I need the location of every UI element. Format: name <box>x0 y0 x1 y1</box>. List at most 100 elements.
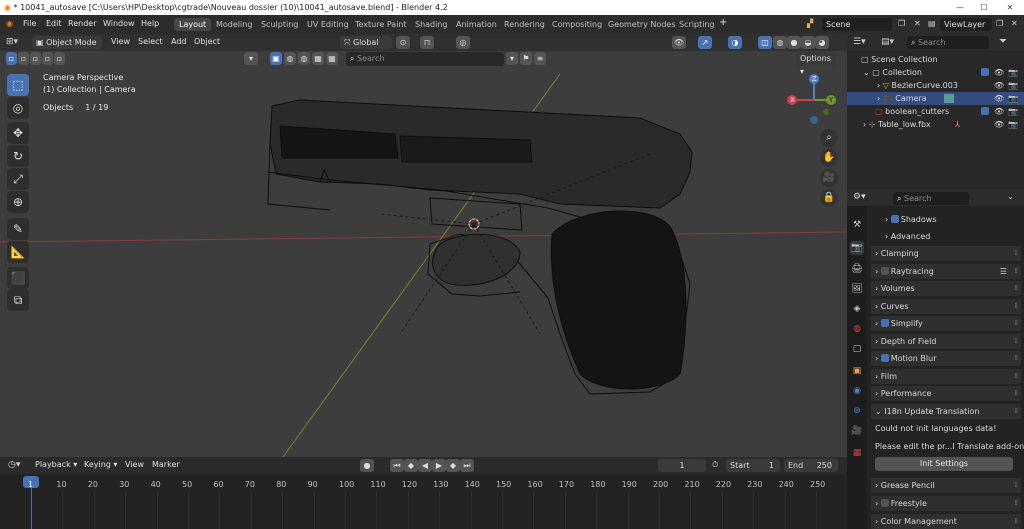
drag-grip-icon[interactable]: ⁞⁞ <box>1015 369 1019 384</box>
scene-tab-icon[interactable]: ◈ <box>850 302 864 316</box>
transform-orientation[interactable]: ⤧ Global <box>340 36 392 49</box>
render-tab-icon[interactable]: 📷 <box>850 241 864 255</box>
timeline[interactable]: ◷▾ Playback ▾ Keying ▾ View Marker ● ⏮ ◆… <box>0 457 847 529</box>
menu-playback[interactable]: Playback ▾ <box>35 460 77 469</box>
properties-editor-icon[interactable]: ⚙▾ <box>853 192 866 202</box>
filter-camera-icon[interactable]: ▦ <box>326 52 338 65</box>
view-layer-tab-icon[interactable]: 🖼 <box>850 282 864 296</box>
select-subtract-icon[interactable]: ▫ <box>30 52 41 65</box>
copy-view-layer-icon[interactable]: ❐ <box>996 19 1003 28</box>
timeline-editor-icon[interactable]: ◷▾ <box>8 460 20 470</box>
pin-icon[interactable]: ⌄ <box>1007 192 1014 201</box>
tab-animation[interactable]: Animation <box>451 18 502 31</box>
world-tab-icon[interactable]: ◍ <box>850 322 864 336</box>
expand-icon[interactable]: ▾ <box>244 52 258 65</box>
filter-object-icon[interactable]: ◍ <box>284 52 296 65</box>
jump-start-icon[interactable]: ⏮ <box>390 459 404 472</box>
add-object-tool[interactable]: ⧉ <box>7 289 29 311</box>
record-icon[interactable]: ● <box>360 459 374 472</box>
panel-clamping[interactable]: › Clamping ⁞⁞ <box>871 246 1021 261</box>
output-tab-icon[interactable]: 🖨 <box>850 262 864 276</box>
cursor-tool[interactable]: ◎ <box>7 97 29 119</box>
panel-advanced[interactable]: › Advanced <box>871 229 1021 244</box>
play-reverse-icon[interactable]: ◀ <box>418 459 432 472</box>
select-new-icon[interactable]: ▫ <box>6 52 17 65</box>
stopwatch-icon[interactable]: ⏱ <box>712 460 718 470</box>
drag-grip-icon[interactable]: ⁞⁞ <box>1015 478 1019 493</box>
tool-tab-icon[interactable]: ⚒ <box>850 218 864 232</box>
filter-curve-icon[interactable]: ◍ <box>298 52 310 65</box>
outliner-row-table-low[interactable]: › ⊹ Table_low.fbx ⅄ 👁 📷 <box>847 118 1024 131</box>
outliner[interactable]: ☰▾ ▤▾ ⌕ Search ⏷ ▢ Scene Collection ⌄ ▢ … <box>847 34 1024 189</box>
minimize-icon[interactable]: — <box>948 0 972 15</box>
tab-compositing[interactable]: Compositing <box>547 18 607 31</box>
drag-grip-icon[interactable]: ⁞⁞ <box>1015 386 1019 401</box>
outliner-row-scene-collection[interactable]: ▢ Scene Collection <box>847 53 1024 66</box>
motion-blur-checkbox[interactable] <box>880 354 889 362</box>
jump-keyframe-forward-icon[interactable]: ◆ <box>446 459 460 472</box>
physics-tab-icon[interactable]: ◉ <box>850 384 864 398</box>
outliner-row-boolean-cutters[interactable]: ▢ boolean_cutters 👁 📷 <box>847 105 1024 118</box>
add-workspace-icon[interactable]: + <box>719 17 727 28</box>
panel-color-management[interactable]: › Color Management ⁞⁞ <box>871 514 1021 529</box>
collection-checkbox[interactable] <box>981 68 989 76</box>
tab-shading[interactable]: Shading <box>410 18 453 31</box>
expand-icon[interactable]: › <box>877 81 880 90</box>
rendered-shading-icon[interactable]: ◕ <box>815 36 829 49</box>
outliner-row-camera[interactable]: › 🎥 Camera 👁 📷 <box>847 92 1024 105</box>
copy-scene-icon[interactable]: ❐ <box>898 19 905 28</box>
collection-tab-icon[interactable]: ▢ <box>850 342 864 356</box>
panel-performance[interactable]: › Performance ⁞⁞ <box>871 386 1021 401</box>
select-invert-icon[interactable]: ▫ <box>42 52 53 65</box>
menu-window[interactable]: Window <box>103 19 135 28</box>
drag-grip-icon[interactable]: ⁞⁞ <box>1015 404 1019 419</box>
properties-search[interactable]: ⌕ Search <box>893 192 969 205</box>
transform-tool[interactable]: ⊕ <box>7 191 29 213</box>
panel-volumes[interactable]: › Volumes ⁞⁞ <box>871 281 1021 296</box>
tab-scripting[interactable]: Scripting <box>674 18 720 31</box>
menu-view[interactable]: View <box>111 37 130 46</box>
menu-add[interactable]: Add <box>171 37 187 46</box>
panel-simplify[interactable]: › Simplify ⁞⁞ <box>871 316 1021 331</box>
visibility-eye-icon[interactable]: 👁 <box>994 118 1004 131</box>
expand-icon[interactable]: › <box>877 94 880 103</box>
remove-view-layer-icon[interactable]: ✕ <box>1011 19 1018 28</box>
menu-edit[interactable]: Edit <box>46 19 62 28</box>
object-tab-icon[interactable]: ▣ <box>850 364 864 378</box>
camera-view-icon[interactable]: 🎥 <box>820 169 838 187</box>
expand-icon[interactable]: › <box>863 120 866 129</box>
freestyle-checkbox[interactable] <box>880 499 889 507</box>
tab-layout[interactable]: Layout <box>174 18 212 31</box>
camera-render-icon[interactable]: 📷 <box>1008 79 1018 92</box>
jump-end-icon[interactable]: ⏭ <box>460 459 474 472</box>
editor-type-icon[interactable]: ⊞▾ <box>6 37 18 47</box>
pan-hand-icon[interactable]: ✋ <box>820 149 838 167</box>
zoom-icon[interactable]: ⌕ <box>820 129 838 147</box>
menu-select[interactable]: Select <box>138 37 163 46</box>
add-cube-tool[interactable]: ⬛ <box>7 267 29 289</box>
snap-icon[interactable]: ⊓ <box>420 36 434 49</box>
maximize-icon[interactable]: ☐ <box>972 0 996 15</box>
select-box-tool[interactable]: ⬚ <box>7 74 29 96</box>
panel-grease-pencil[interactable]: › Grease Pencil ⁞⁞ <box>871 478 1021 493</box>
constraints-tab-icon[interactable]: ⊛ <box>850 404 864 418</box>
frame-ruler[interactable]: 1 10 20 30 40 50 60 70 80 90 100 110 120 130 140 150 160… <box>0 474 847 529</box>
raytracing-checkbox[interactable] <box>880 267 889 275</box>
drag-grip-icon[interactable]: ⁞⁞ <box>1015 514 1019 529</box>
xray-icon[interactable]: ◫ <box>758 36 772 49</box>
drag-grip-icon[interactable]: ⁞⁞ <box>1015 299 1019 314</box>
material-shading-icon[interactable]: ◒ <box>801 36 815 49</box>
move-tool[interactable]: ✥ <box>7 122 29 144</box>
boolean-cutters-checkbox[interactable] <box>981 107 989 115</box>
tab-sculpting[interactable]: Sculpting <box>256 18 303 31</box>
outliner-row-collection[interactable]: ⌄ ▢ Collection 👁 📷 <box>847 66 1024 79</box>
display-mode-icon[interactable]: ▤▾ <box>881 37 894 47</box>
remove-scene-icon[interactable]: ✕ <box>914 19 921 28</box>
simplify-checkbox[interactable] <box>880 319 889 327</box>
blender-menu-icon[interactable]: ◉ <box>6 19 13 28</box>
select-intersect-icon[interactable]: ▫ <box>54 52 65 65</box>
panel-raytracing[interactable]: › Raytracing ☰ ⁞⁞ <box>871 264 1021 279</box>
filter-options-icon[interactable]: ≡ <box>534 52 546 65</box>
visibility-eye-icon[interactable]: 👁 <box>994 79 1004 92</box>
filter-mesh-icon[interactable]: ▣ <box>270 52 282 65</box>
